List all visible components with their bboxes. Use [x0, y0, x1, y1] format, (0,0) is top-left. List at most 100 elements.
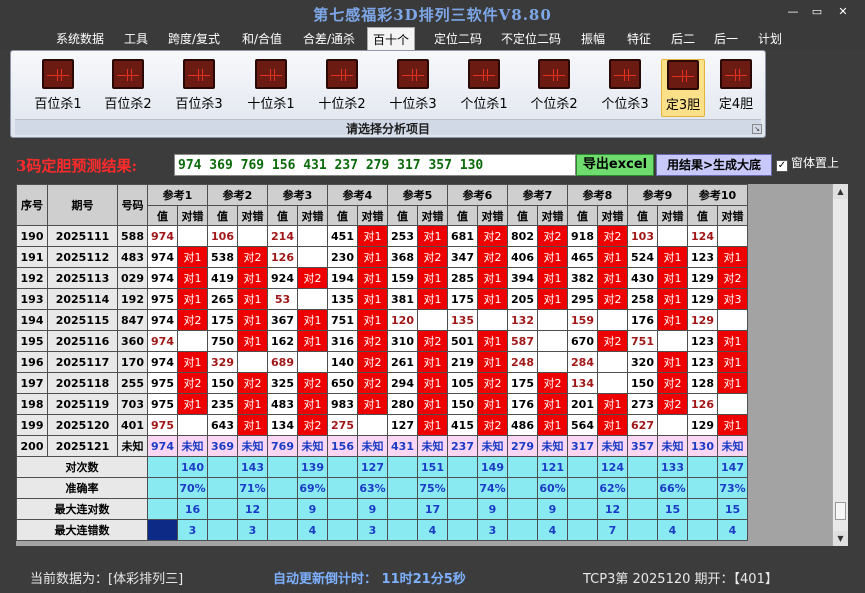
stat-spacer [267, 519, 298, 541]
title-bar: 第七感福彩3D排列三软件V8.80 — ▭ ✕ [0, 0, 865, 26]
header-val: 值 [387, 205, 418, 226]
cell-result: 未知 [537, 435, 568, 457]
cell-value: 974 [147, 330, 178, 352]
cell-result: 对1 [237, 288, 268, 310]
cell-result: 对2 [717, 267, 748, 289]
vertical-scrollbar[interactable]: ▲ ▼ [832, 184, 848, 546]
cell-value: 329 [207, 351, 238, 373]
menu-item-3[interactable]: 和/合值 [242, 30, 282, 48]
cell-result: 对2 [297, 414, 328, 436]
menu-item-12[interactable]: 计划 [758, 30, 782, 48]
cell-result: 对1 [177, 351, 208, 373]
generate-base-button[interactable]: 用结果>生成大底 [656, 154, 772, 176]
window-on-top-checkbox[interactable]: ✓ 窗体置上 [776, 154, 839, 172]
row-period: 2025119 [47, 393, 118, 415]
ribbon-button-1[interactable]: 百位杀2 [95, 59, 161, 117]
menu-item-8[interactable]: 振幅 [581, 30, 605, 48]
window-on-top-label: 窗体置上 [791, 156, 840, 170]
stat-value: 127 [357, 456, 388, 478]
row-code: 255 [117, 372, 148, 394]
row-seq: 194 [16, 309, 48, 331]
close-button[interactable]: ✕ [832, 5, 854, 19]
ribbon-launcher-icon[interactable]: ↘ [752, 124, 762, 134]
cell-result: 对2 [657, 372, 688, 394]
menu-item-6[interactable]: 定位二码 [434, 30, 482, 48]
cell-value: 123 [687, 351, 718, 373]
menu-item-5[interactable]: 百十个 [367, 27, 416, 50]
cell-value: 175 [447, 288, 478, 310]
minimize-button[interactable]: — [782, 5, 804, 19]
prediction-result-field[interactable]: 974 369 769 156 431 237 279 317 357 130 [174, 154, 576, 176]
cell-value: 103 [627, 225, 658, 247]
menu-item-7[interactable]: 不定位二码 [501, 30, 561, 48]
ribbon-button-4[interactable]: 十位杀2 [309, 59, 375, 117]
cell-value: 129 [687, 309, 718, 331]
stat-spacer [327, 519, 358, 541]
row-period: 2025118 [47, 372, 118, 394]
cell-value: 201 [567, 393, 598, 415]
chart-icon [667, 60, 699, 90]
ribbon-button-label: 定3胆 [665, 98, 701, 113]
cell-value: 128 [687, 372, 718, 394]
cell-result: 未知 [177, 435, 208, 457]
cell-value: 974 [147, 267, 178, 289]
cell-result [657, 225, 688, 247]
ribbon-button-10[interactable]: 定4胆 [716, 59, 756, 117]
row-code: 483 [117, 246, 148, 268]
row-period: 2025120 [47, 414, 118, 436]
ribbon-button-label: 十位杀2 [318, 97, 366, 112]
chart-icon [468, 59, 500, 89]
scroll-up-icon[interactable]: ▲ [833, 184, 848, 199]
ribbon-button-6[interactable]: 个位杀1 [451, 59, 517, 117]
chart-icon [326, 59, 358, 89]
menu-item-2[interactable]: 跨度/复式 [168, 30, 220, 48]
row-seq: 198 [16, 393, 48, 415]
header-res: 对错 [237, 205, 268, 226]
cell-result: 对1 [417, 267, 448, 289]
cell-value: 974 [147, 309, 178, 331]
restore-button[interactable]: ▭ [806, 5, 828, 19]
menu-item-11[interactable]: 后一 [714, 30, 738, 48]
cell-value: 162 [267, 330, 298, 352]
cell-value: 369 [207, 435, 238, 457]
scroll-down-icon[interactable]: ▼ [833, 531, 848, 546]
header-val: 值 [327, 205, 358, 226]
cell-value: 431 [387, 435, 418, 457]
ribbon-button-9[interactable]: 定3胆 [661, 59, 705, 117]
stat-spacer [447, 498, 478, 520]
stat-spacer [567, 477, 598, 499]
stat-spacer [207, 519, 238, 541]
header-val: 值 [147, 205, 178, 226]
menu-item-0[interactable]: 系统数据 [56, 30, 104, 48]
stat-value: 9 [537, 498, 568, 520]
cell-result: 对2 [297, 372, 328, 394]
cell-result: 对2 [597, 225, 628, 247]
menu-item-10[interactable]: 后二 [671, 30, 695, 48]
ribbon-button-7[interactable]: 个位杀2 [521, 59, 587, 117]
menu-item-4[interactable]: 合差/通杀 [303, 30, 355, 48]
header-val: 值 [507, 205, 538, 226]
menu-item-9[interactable]: 特征 [627, 30, 651, 48]
cell-result [537, 351, 568, 373]
status-last-draw: TCP3第 2025120 期开：【401】 [583, 572, 778, 587]
cell-result [417, 309, 448, 331]
cell-value: 751 [627, 330, 658, 352]
export-excel-button[interactable]: 导出excel [576, 154, 654, 176]
cell-value: 230 [327, 246, 358, 268]
scroll-thumb[interactable] [835, 502, 846, 520]
menu-item-1[interactable]: 工具 [124, 30, 148, 48]
ribbon-button-2[interactable]: 百位杀3 [166, 59, 232, 117]
ribbon-button-5[interactable]: 十位杀3 [380, 59, 446, 117]
ribbon-button-8[interactable]: 个位杀3 [592, 59, 658, 117]
ribbon-button-label: 十位杀1 [247, 97, 295, 112]
cell-result [237, 225, 268, 247]
cell-value: 132 [507, 309, 538, 331]
cell-value: 214 [267, 225, 298, 247]
ribbon-button-3[interactable]: 十位杀1 [238, 59, 304, 117]
row-code: 029 [117, 267, 148, 289]
stat-spacer [567, 519, 598, 541]
cell-value: 368 [387, 246, 418, 268]
checkbox-icon[interactable]: ✓ [776, 160, 788, 172]
cell-result: 对1 [717, 330, 748, 352]
ribbon-button-0[interactable]: 百位杀1 [25, 59, 91, 117]
